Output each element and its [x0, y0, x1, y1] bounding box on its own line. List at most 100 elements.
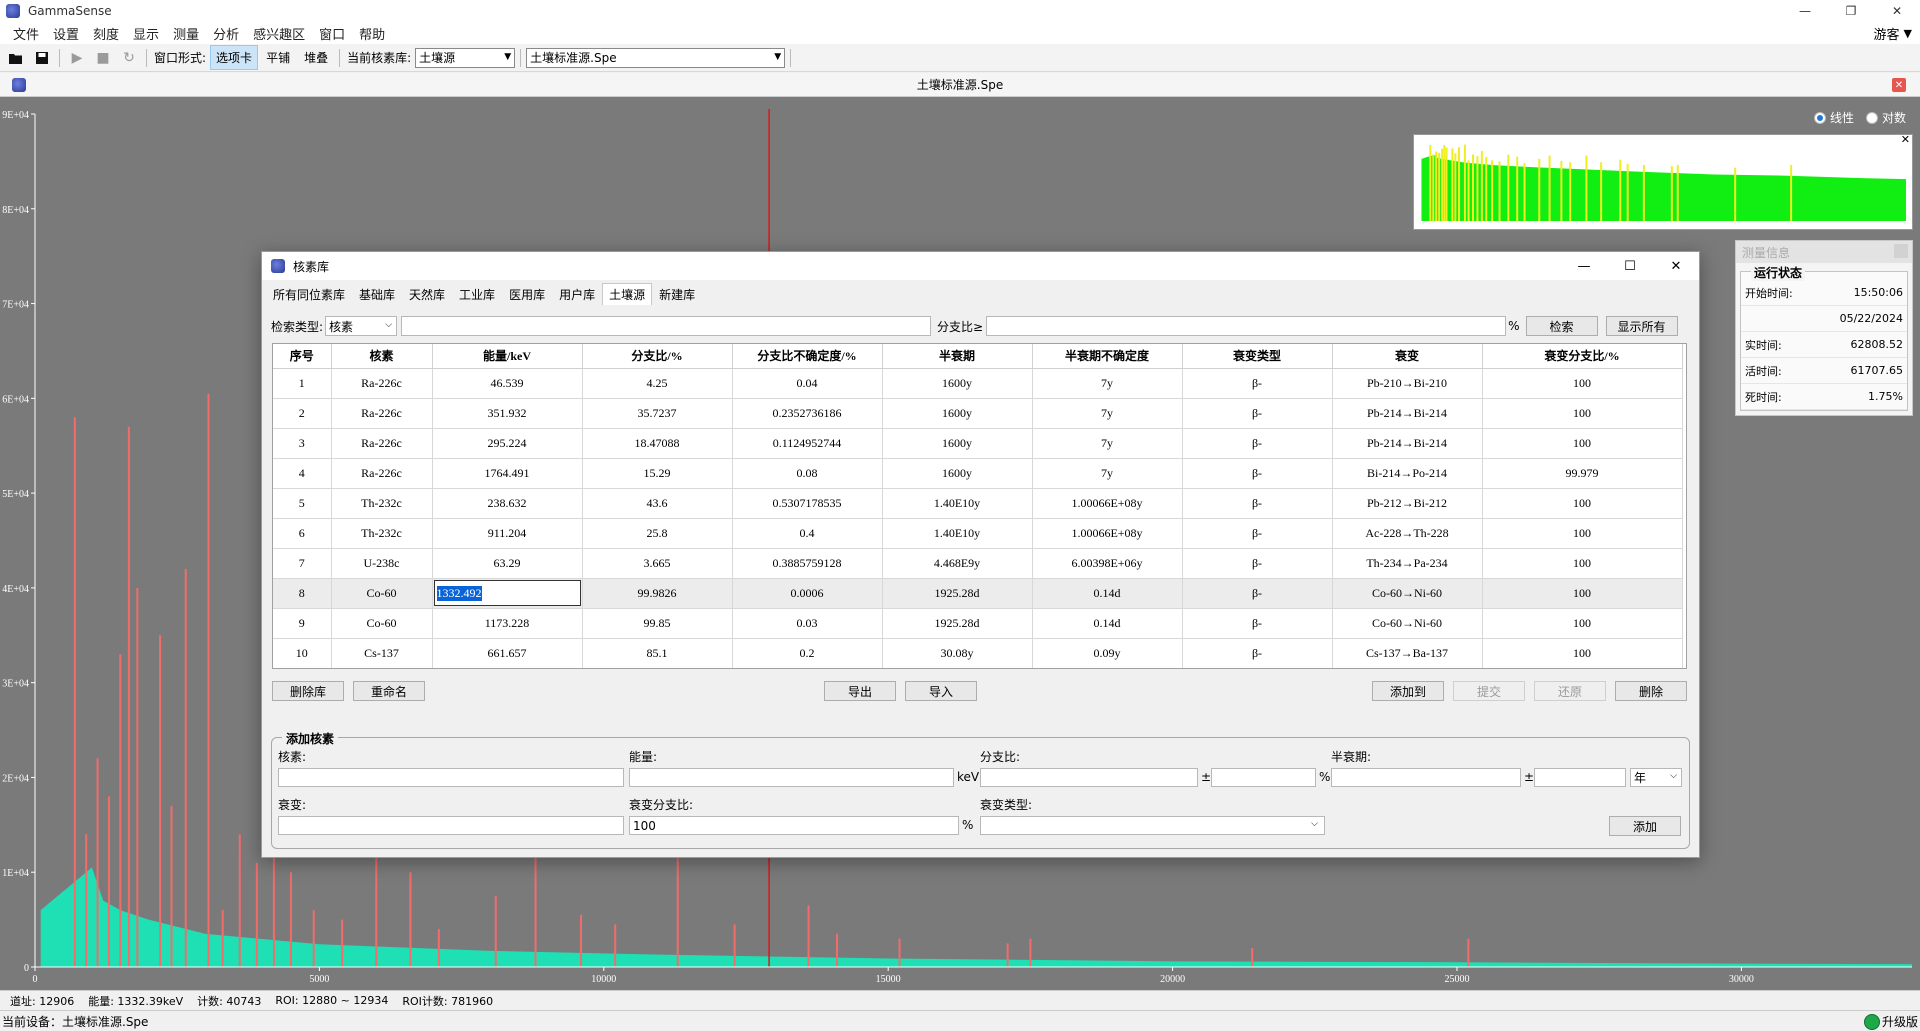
menu-measure[interactable]: 测量: [166, 24, 206, 43]
search-button[interactable]: 检索: [1525, 316, 1598, 336]
table-cell[interactable]: 1332.492: [432, 578, 583, 609]
table-cell[interactable]: 100: [1482, 398, 1683, 429]
tab-new-library[interactable]: 新建库: [652, 283, 702, 305]
tab-all-isotopes[interactable]: 所有同位素库: [266, 283, 352, 305]
decay-branch-input[interactable]: 100: [629, 816, 959, 835]
column-header[interactable]: 序号: [273, 344, 332, 369]
table-cell[interactable]: 18.47088: [582, 428, 733, 459]
table-cell[interactable]: 7y: [1032, 398, 1183, 429]
table-cell[interactable]: β-: [1182, 368, 1333, 399]
half-life-unit-select[interactable]: 年 ⌵: [1630, 768, 1682, 787]
table-row[interactable]: 6 Th-232c 911.204 25.8 0.4 1.40E10y 1.00066E+0…: [273, 518, 1683, 549]
energy-input[interactable]: [629, 768, 954, 787]
table-cell[interactable]: 100: [1482, 368, 1683, 399]
table-cell[interactable]: Co-60: [331, 578, 433, 609]
table-cell[interactable]: Ra-226c: [331, 398, 433, 429]
column-header[interactable]: 分支比不确定度/%: [732, 344, 883, 369]
table-cell[interactable]: 238.632: [432, 488, 583, 519]
table-cell[interactable]: β-: [1182, 638, 1333, 668]
refresh-icon[interactable]: ↻: [117, 47, 141, 69]
column-header[interactable]: 核素: [331, 344, 433, 369]
table-cell[interactable]: 0.14d: [1032, 578, 1183, 609]
table-cell[interactable]: 1600y: [882, 398, 1033, 429]
menu-settings[interactable]: 设置: [46, 24, 86, 43]
table-cell[interactable]: Bi-214→Po-214: [1332, 458, 1483, 489]
import-button[interactable]: 导入: [905, 681, 977, 701]
stop-icon[interactable]: ■: [91, 47, 115, 69]
table-cell[interactable]: U-238c: [331, 548, 433, 579]
table-row[interactable]: 2 Ra-226c 351.932 35.7237 0.2352736186 1600y 7…: [273, 398, 1683, 429]
delete-library-button[interactable]: 删除库: [272, 681, 344, 701]
mode-tabs-button[interactable]: 选项卡: [210, 45, 259, 70]
table-cell[interactable]: Co-60: [331, 608, 433, 639]
upgrade-indicator[interactable]: 升级版: [1863, 1013, 1918, 1030]
table-cell[interactable]: 1: [273, 368, 332, 399]
table-row[interactable]: 7 U-238c 63.29 3.665 0.3885759128 4.468E9y 6.0…: [273, 548, 1683, 579]
table-cell[interactable]: β-: [1182, 458, 1333, 489]
table-cell[interactable]: 8: [273, 578, 332, 609]
column-header[interactable]: 衰变: [1332, 344, 1483, 369]
table-cell[interactable]: 99.85: [582, 608, 733, 639]
table-cell[interactable]: 25.8: [582, 518, 733, 549]
table-cell[interactable]: 1.40E10y: [882, 488, 1033, 519]
table-cell[interactable]: 5: [273, 488, 332, 519]
table-cell[interactable]: Ra-226c: [331, 458, 433, 489]
table-cell[interactable]: 1.00066E+08y: [1032, 518, 1183, 549]
table-cell[interactable]: 99.979: [1482, 458, 1683, 489]
column-header[interactable]: 半衰期: [882, 344, 1033, 369]
half-life-uncertainty-input[interactable]: [1534, 768, 1626, 787]
table-cell[interactable]: 35.7237: [582, 398, 733, 429]
table-cell[interactable]: 1.40E10y: [882, 518, 1033, 549]
table-cell[interactable]: β-: [1182, 578, 1333, 609]
cell-editor-input[interactable]: 1332.492: [433, 580, 581, 606]
table-cell[interactable]: 911.204: [432, 518, 583, 549]
open-folder-icon[interactable]: [4, 47, 28, 69]
branch-ratio-input[interactable]: [986, 316, 1507, 336]
table-cell[interactable]: 100: [1482, 428, 1683, 459]
dialog-close-button[interactable]: ✕: [1653, 252, 1699, 280]
table-cell[interactable]: Pb-214→Bi-214: [1332, 398, 1483, 429]
table-cell[interactable]: Th-232c: [331, 488, 433, 519]
column-header[interactable]: 分支比/%: [582, 344, 733, 369]
restore-button[interactable]: 还原: [1534, 681, 1606, 701]
table-cell[interactable]: Pb-214→Bi-214: [1332, 428, 1483, 459]
table-cell[interactable]: 100: [1482, 608, 1683, 639]
table-row[interactable]: 9 Co-60 1173.228 99.85 0.03 1925.28d 0.14d β- Co…: [273, 608, 1683, 639]
scale-linear-radio[interactable]: 线性: [1813, 109, 1854, 126]
table-cell[interactable]: β-: [1182, 608, 1333, 639]
tab-user[interactable]: 用户库: [552, 283, 602, 305]
dialog-minimize-button[interactable]: —: [1561, 252, 1607, 280]
current-file-select[interactable]: 土壤标准源.Spe ▼: [526, 47, 786, 68]
table-cell[interactable]: 100: [1482, 518, 1683, 549]
tab-industrial[interactable]: 工业库: [452, 283, 502, 305]
table-cell[interactable]: 0.04: [732, 368, 883, 399]
table-row[interactable]: 8 Co-60 1332.492 99.9826 0.0006 1925.28d 0.14d…: [273, 578, 1683, 609]
delete-button[interactable]: 删除: [1615, 681, 1687, 701]
table-cell[interactable]: 295.224: [432, 428, 583, 459]
table-cell[interactable]: 9: [273, 608, 332, 639]
table-cell[interactable]: β-: [1182, 548, 1333, 579]
menu-window[interactable]: 窗口: [312, 24, 352, 43]
table-cell[interactable]: 0.5307178535: [732, 488, 883, 519]
table-cell[interactable]: Cs-137→Ba-137: [1332, 638, 1483, 668]
overview-close-icon[interactable]: ✕: [1901, 133, 1910, 146]
export-button[interactable]: 导出: [824, 681, 896, 701]
table-cell[interactable]: Pb-212→Bi-212: [1332, 488, 1483, 519]
table-cell[interactable]: 7y: [1032, 368, 1183, 399]
table-cell[interactable]: 1764.491: [432, 458, 583, 489]
table-cell[interactable]: 4.468E9y: [882, 548, 1033, 579]
table-cell[interactable]: 99.9826: [582, 578, 733, 609]
menu-roi[interactable]: 感兴趣区: [246, 24, 312, 43]
table-cell[interactable]: 10: [273, 638, 332, 668]
table-cell[interactable]: 63.29: [432, 548, 583, 579]
mode-stack-button[interactable]: 堆叠: [298, 45, 334, 70]
table-cell[interactable]: 661.657: [432, 638, 583, 668]
nuclide-table[interactable]: 序号 核素 能量/keV 分支比/% 分支比不确定度/% 半衰期 半衰期不确定度…: [272, 343, 1687, 669]
table-cell[interactable]: Th-232c: [331, 518, 433, 549]
branch-ratio-add-input[interactable]: [980, 768, 1198, 787]
table-row[interactable]: 3 Ra-226c 295.224 18.47088 0.1124952744 1600y…: [273, 428, 1683, 459]
table-row[interactable]: 4 Ra-226c 1764.491 15.29 0.08 1600y 7y β- Bi-214…: [273, 458, 1683, 489]
add-button[interactable]: 添加: [1609, 816, 1681, 836]
table-cell[interactable]: 0.4: [732, 518, 883, 549]
document-close-icon[interactable]: ✕: [1892, 78, 1906, 92]
